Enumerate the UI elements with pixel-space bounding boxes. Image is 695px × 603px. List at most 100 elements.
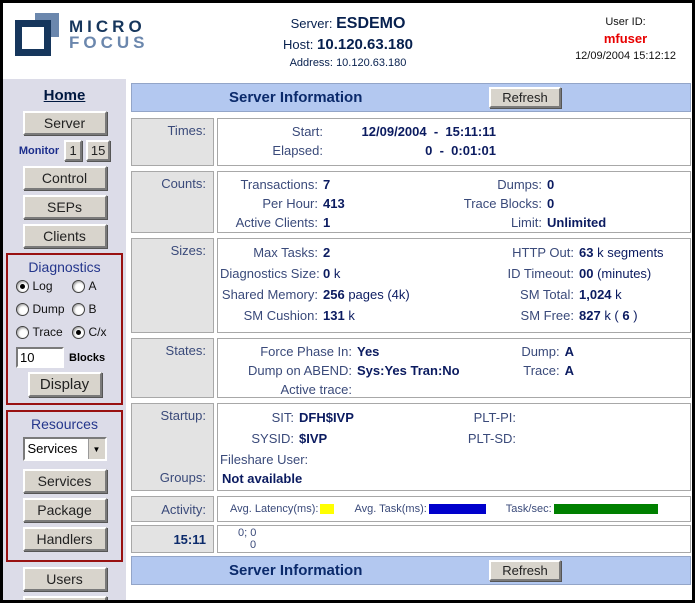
users-button[interactable]: Users [23,567,107,591]
radio-a[interactable]: A [72,279,114,293]
page-header: MICRO FOCUS Server: ESDEMO Host: 10.120.… [3,3,692,79]
field-value: 63 k segments [579,242,664,263]
info-line: Active Clients:1 [220,213,454,232]
monitor-15-button[interactable]: 15 [86,140,110,161]
field-label: Trace Blocks: [454,194,547,213]
info-line: PLT-SD: [454,428,688,449]
radio-button-icon[interactable] [16,280,29,293]
resources-select[interactable]: Services ▼ [23,437,107,461]
radio-b[interactable]: B [72,302,114,316]
userid-label: User ID: [575,16,676,28]
panel-header-bar: Server Information Refresh [131,83,691,112]
radio-trace[interactable]: Trace [16,325,72,339]
info-line: Shared Memory:256 pages (4k) [220,284,454,305]
monitor-1-button[interactable]: 1 [64,140,82,161]
row-states: States: Force Phase In:YesDump on ABEND:… [131,338,691,398]
sidebar: Home Server Monitor 1 15 Control SEPs Cl… [3,79,126,600]
field-value: 7 [323,175,330,194]
field-label: Shared Memory: [220,284,323,305]
handlers-button[interactable]: Handlers [23,527,107,551]
field-value: 2 [323,242,330,263]
package-button[interactable]: Package [23,498,107,522]
groups-value: Not available [220,470,688,488]
field-label: SM Cushion: [220,305,323,326]
control-button[interactable]: Control [23,166,107,190]
field-label: Diagnostics Size: [220,263,323,284]
monitor-row: Monitor 1 15 [3,140,126,161]
display-button[interactable]: Display [28,372,102,397]
radio-cx[interactable]: C/x [72,325,114,339]
radio-button-icon[interactable] [72,326,85,339]
field-value: Sys:Yes Tran:No [357,361,460,380]
clients-button[interactable]: Clients [23,224,107,248]
field-label: PLT-SD: [454,428,521,449]
panel-footer-title: Server Information [229,562,362,579]
info-line: Elapsed:0 - 0:01:01 [220,141,688,160]
field-value: Yes [357,342,379,361]
field-value: 0 [547,194,554,213]
field-label: SM Free: [454,305,579,326]
main-panel: Server Information Refresh Times: Start:… [131,83,691,600]
field-label: Active trace: [220,380,357,398]
field-label: Force Phase In: [220,342,357,361]
field-value: 12/09/2004 - 15:11:11 [328,122,496,141]
radio-dump[interactable]: Dump [16,302,72,316]
info-line: Per Hour:413 [220,194,454,213]
field-label: Max Tasks: [220,242,323,263]
info-line: Diagnostics Size:0 k [220,263,454,284]
address-label: Address: [290,57,333,69]
info-line: Active trace: [220,380,460,398]
monitor-label: Monitor [19,145,59,157]
resources-select-value: Services [25,439,88,459]
panel-title: Server Information [229,89,362,106]
panel-footer-bar: Server Information Refresh [131,556,691,585]
radio-button-icon[interactable] [16,326,29,339]
info-line: Transactions:7 [220,175,454,194]
chevron-down-icon[interactable]: ▼ [88,439,105,459]
info-line: Dump on ABEND:Sys:Yes Tran:No [220,361,460,380]
diagnostics-radio-grid: Log ADumpBTraceC/x [8,279,121,339]
seps-button[interactable]: SEPs [23,195,107,219]
field-value: 256 pages (4k) [323,284,410,305]
host-value: 10.120.63.180 [317,36,413,53]
refresh-button-bottom[interactable]: Refresh [489,560,561,581]
services-button[interactable]: Services [23,469,107,493]
radio-button-icon[interactable] [16,303,29,316]
radio-label: Log [33,279,53,293]
field-label: Start: [220,122,328,141]
field-label: SM Total: [454,284,579,305]
home-link[interactable]: Home [44,87,86,104]
info-line: Force Phase In:Yes [220,342,460,361]
blocks-input[interactable] [16,347,64,368]
field-label: Dumps: [454,175,547,194]
field-label: Dump: [460,342,565,361]
server-label: Server: [291,16,333,31]
field-label: Trace: [460,361,565,380]
legend-swatch [320,504,334,514]
info-line: PLT-PI: [454,407,688,428]
field-label: SYSID: [220,428,299,449]
row-activity: Activity: Avg. Latency(ms):Avg. Task(ms)… [131,496,691,522]
field-value: A [565,342,574,361]
legend-item: Avg. Task(ms): [354,503,485,515]
field-value: 827 k ( 6 ) [579,305,638,326]
envvars-button[interactable]: Env.Vars. [23,596,107,600]
field-value: 0 k [323,263,340,284]
sample-value-1: 0; 0 [220,527,688,539]
server-identity: Server: ESDEMO Host: 10.120.63.180 Addre… [183,15,513,69]
groups-label: Groups: [132,470,206,485]
info-line: SM Cushion:131 k [220,305,454,326]
info-line: Trace:A [460,361,688,380]
field-label: HTTP Out: [454,242,579,263]
refresh-button-top[interactable]: Refresh [489,87,561,108]
field-label: SIT: [220,407,299,428]
radio-button-icon[interactable] [72,280,85,293]
row-times: Times: Start:12/09/2004 - 15:11:11Elapse… [131,118,691,166]
info-line: Start:12/09/2004 - 15:11:11 [220,122,688,141]
server-button[interactable]: Server [23,111,107,135]
radio-log[interactable]: Log [16,279,72,293]
sizes-label: Sizes: [131,238,214,333]
field-value: 0 [547,175,554,194]
radio-button-icon[interactable] [72,303,85,316]
field-label: PLT-PI: [454,407,521,428]
